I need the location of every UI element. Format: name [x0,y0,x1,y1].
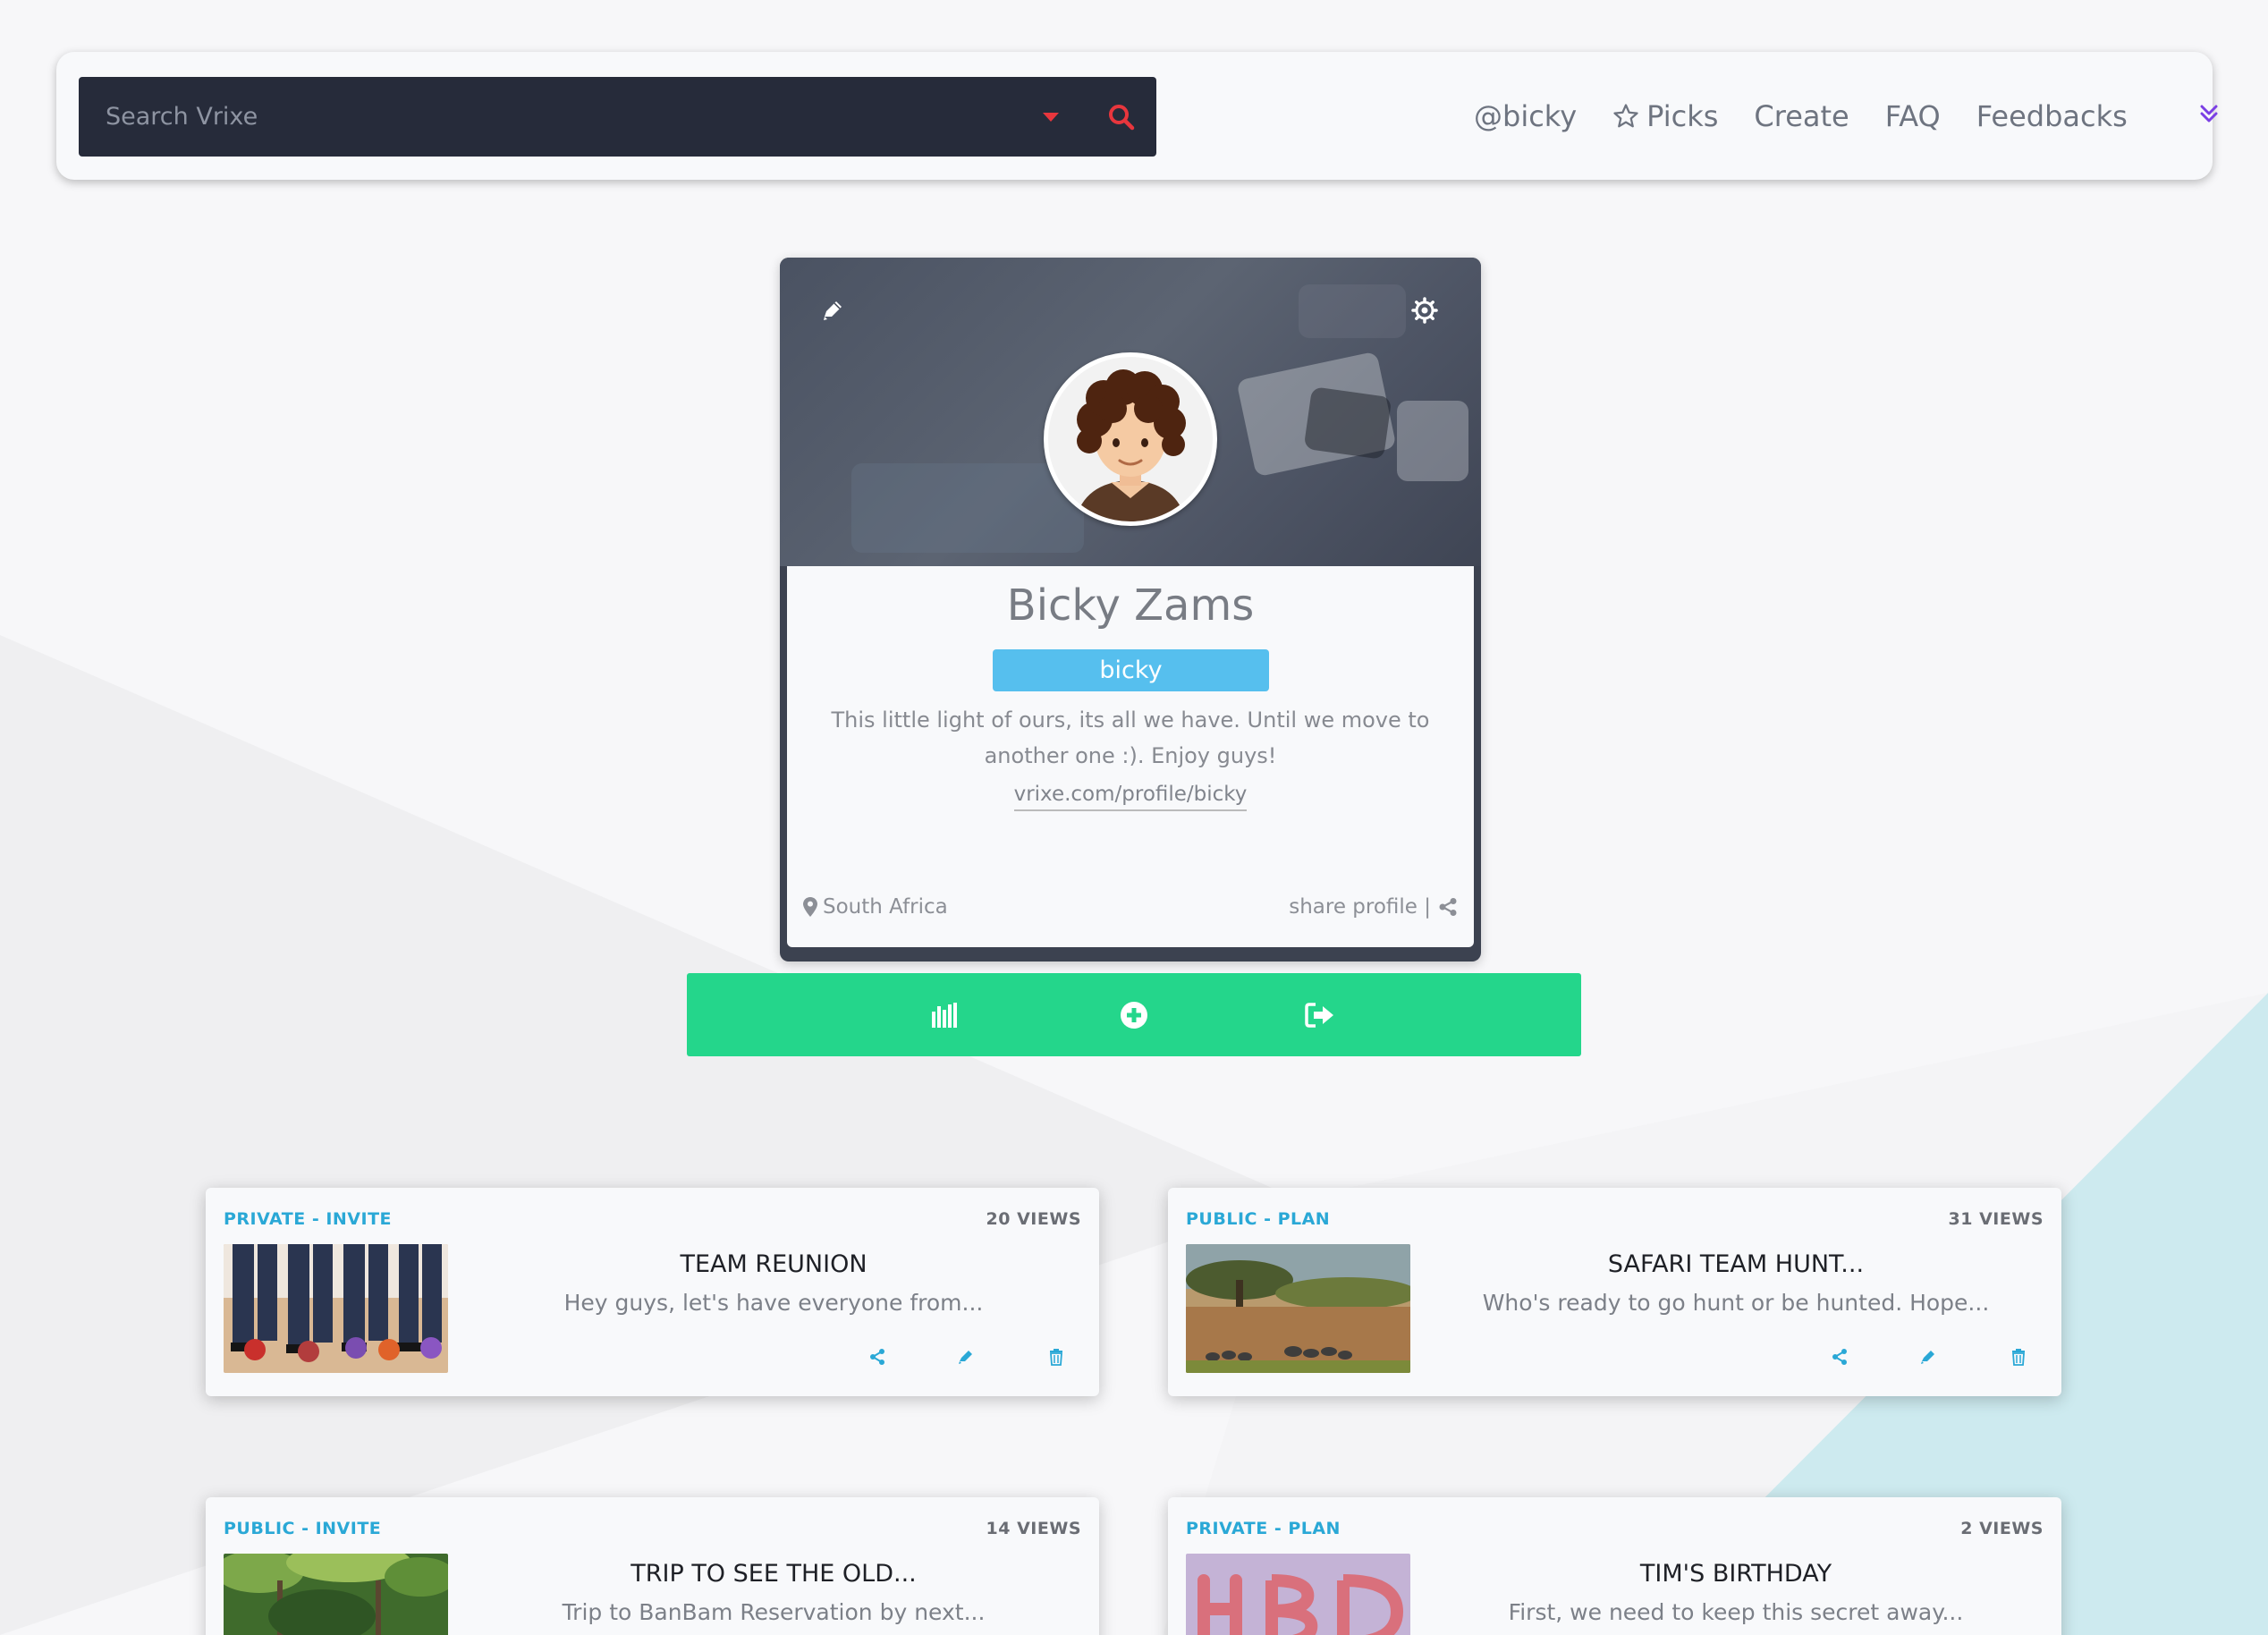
double-chevron-down-icon[interactable] [2197,102,2221,125]
sign-out-icon [1305,1002,1333,1028]
gear-icon[interactable] [1410,296,1439,325]
share-icon[interactable] [867,1347,887,1367]
stats-button[interactable] [891,973,998,1056]
event-view-count: 2 VIEWS [1960,1519,2044,1538]
logout-button[interactable] [1266,973,1374,1056]
search-icon[interactable] [1107,103,1136,131]
search-bar [79,77,1156,157]
pencil-icon[interactable] [956,1347,976,1367]
event-visibility-tag: PRIVATE - INVITE [224,1209,393,1229]
event-card[interactable]: PRIVATE - PLAN 2 VIEWS TIM'S BIRTHDAY Fi… [1168,1497,2061,1635]
event-description: Hey guys, let's have everyone from... [563,1290,984,1316]
event-description: Who's ready to go hunt or be hunted. Hop… [1482,1290,1990,1316]
nav-faq-link[interactable]: FAQ [1885,99,1941,133]
event-card[interactable]: PUBLIC - PLAN 31 VIEWS SAFARI TEAM HUNT.… [1168,1188,2061,1396]
event-card[interactable]: PRIVATE - INVITE 20 VIEWS TEAM REUNION H… [206,1188,1099,1396]
event-thumbnail [224,1244,448,1373]
event-title: TEAM REUNION [680,1250,867,1278]
profile-action-bar [687,973,1581,1056]
star-icon [1613,104,1638,128]
event-view-count: 31 VIEWS [1948,1209,2044,1229]
trash-icon[interactable] [2009,1347,2028,1367]
username-badge: bicky [993,649,1269,691]
event-title: TIM'S BIRTHDAY [1639,1560,1832,1588]
add-event-button[interactable] [1080,973,1188,1056]
event-description: Trip to BanBam Reservation by next... [562,1599,986,1625]
profile-card: Bicky Zams bicky This little light of ou… [780,258,1481,962]
pencil-icon[interactable] [819,297,846,324]
event-visibility-tag: PUBLIC - INVITE [224,1519,382,1538]
pencil-icon[interactable] [1918,1347,1938,1367]
nav-create-link[interactable]: Create [1754,99,1849,133]
nav-picks-label: Picks [1646,99,1719,133]
nav-feedbacks-link[interactable]: Feedbacks [1976,99,2128,133]
bar-chart-icon [932,1002,957,1028]
plus-circle-icon [1121,1001,1147,1029]
nav-profile-link[interactable]: @bicky [1474,99,1577,133]
map-marker-icon [803,897,817,917]
avatar[interactable] [1044,352,1217,526]
event-thumbnail [224,1554,448,1635]
event-description: First, we need to keep this secret away.… [1508,1599,1964,1625]
event-view-count: 14 VIEWS [986,1519,1081,1538]
event-view-count: 20 VIEWS [986,1209,1081,1229]
profile-name: Bicky Zams [1006,580,1255,631]
event-title: SAFARI TEAM HUNT... [1607,1250,1865,1278]
event-title: TRIP TO SEE THE OLD... [630,1560,917,1588]
nav-picks-link[interactable]: Picks [1612,99,1718,133]
profile-bio: This little light of ours, its all we ha… [831,707,1430,768]
profile-card-body: Bicky Zams bicky This little light of ou… [787,566,1474,947]
trash-icon[interactable] [1046,1347,1066,1367]
profile-url-link[interactable]: vrixe.com/profile/bicky [1013,783,1248,811]
share-icon [1439,898,1457,916]
event-card[interactable]: PUBLIC - INVITE 14 VIEWS TRIP TO SEE THE… [206,1497,1099,1635]
event-thumbnail [1186,1244,1410,1373]
caret-down-icon[interactable] [1043,113,1059,122]
share-profile-button[interactable]: share profile | [1289,895,1458,919]
event-thumbnail [1186,1554,1410,1635]
profile-location-label: South Africa [823,895,948,919]
avatar-illustration [1048,357,1213,521]
share-profile-label: share profile | [1289,895,1431,919]
share-icon[interactable] [1830,1347,1849,1367]
profile-location: South Africa [803,895,948,919]
event-visibility-tag: PUBLIC - PLAN [1186,1209,1331,1229]
event-visibility-tag: PRIVATE - PLAN [1186,1519,1341,1538]
top-navbar: @bicky Picks Create FAQ Feedbacks [56,52,2218,180]
search-input[interactable] [106,77,1000,157]
nav-links: @bicky Picks Create FAQ Feedbacks [1474,92,2128,140]
profile-url: vrixe.com/profile/bicky [787,783,1474,811]
